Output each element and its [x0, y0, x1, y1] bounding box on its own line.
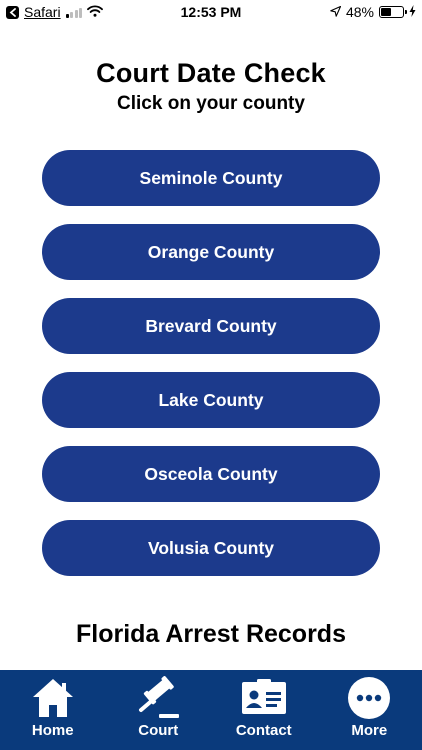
- home-icon: [30, 676, 76, 720]
- county-list: Seminole County Orange County Brevard Co…: [42, 150, 380, 594]
- orange-county-button[interactable]: Orange County: [42, 224, 380, 280]
- brevard-county-button[interactable]: Brevard County: [42, 298, 380, 354]
- status-left: Safari: [6, 4, 103, 20]
- gavel-icon: [135, 676, 181, 720]
- tab-court-label: Court: [138, 722, 179, 739]
- tab-contact-label: Contact: [235, 722, 292, 739]
- tab-home-label: Home: [31, 722, 74, 739]
- status-bar: Safari 12:53 PM 48%: [0, 0, 422, 24]
- tab-contact[interactable]: Contact: [219, 676, 309, 739]
- lake-county-button[interactable]: Lake County: [42, 372, 380, 428]
- status-right: 48%: [330, 4, 416, 20]
- volusia-county-button[interactable]: Volusia County: [42, 520, 380, 576]
- tab-more-label: More: [351, 722, 388, 739]
- charging-bolt-icon: [409, 4, 416, 20]
- tab-home[interactable]: Home: [8, 676, 98, 739]
- battery-icon: [379, 6, 407, 18]
- location-arrow-icon: [330, 4, 342, 20]
- battery-percent: 48%: [345, 4, 374, 20]
- wifi-icon: [87, 4, 103, 20]
- tab-more[interactable]: More: [324, 676, 414, 739]
- more-icon: [346, 676, 392, 720]
- section-title: Florida Arrest Records: [76, 620, 346, 648]
- tab-bar: Home Court Contact More: [0, 670, 422, 750]
- back-app-label[interactable]: Safari: [24, 4, 61, 20]
- tab-court[interactable]: Court: [113, 676, 203, 739]
- cellular-signal-icon: [65, 7, 83, 18]
- page-subtitle: Click on your county: [117, 93, 305, 114]
- seminole-county-button[interactable]: Seminole County: [42, 150, 380, 206]
- page-title: Court Date Check: [96, 58, 326, 88]
- osceola-county-button[interactable]: Osceola County: [42, 446, 380, 502]
- back-to-app-icon[interactable]: [6, 5, 19, 19]
- battery-fill: [381, 8, 392, 16]
- contact-card-icon: [241, 676, 287, 720]
